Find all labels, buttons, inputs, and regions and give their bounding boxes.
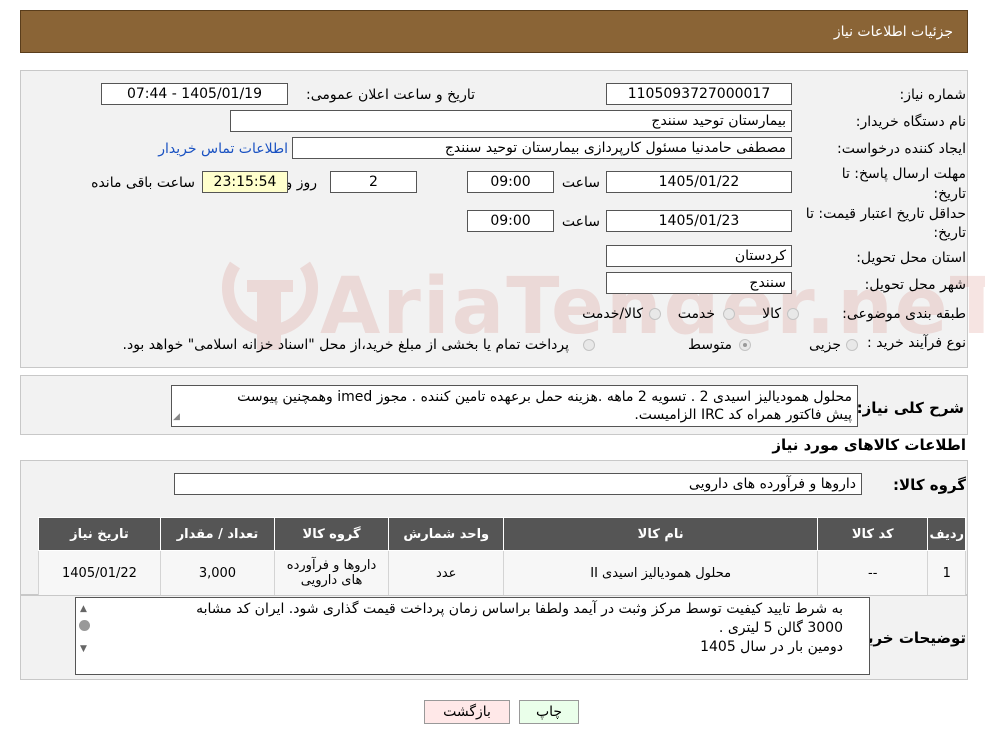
cell-qty: 3,000 — [159, 550, 275, 596]
buyer-org-field: بیمارستان توحید سنندج — [230, 110, 792, 132]
col-unit-header: واحد شمارش — [388, 517, 505, 551]
deadline-time-label: ساعت — [561, 175, 600, 191]
category-radio-service[interactable] — [723, 308, 735, 320]
deadline-label: مهلت ارسال پاسخ: تا — [841, 166, 966, 182]
buyer-notes-line-3: دومین بار در سال 1405 — [700, 639, 843, 655]
process-radio-treasury[interactable] — [583, 339, 595, 351]
scroll-thumb[interactable] — [79, 620, 90, 631]
remaining-time-field: 23:15:54 — [202, 171, 288, 193]
process-radio-medium[interactable] — [739, 339, 751, 351]
col-row-header: ردیف — [927, 517, 966, 551]
creator-label: ایجاد کننده درخواست: — [837, 141, 966, 157]
cell-date: 1405/01/22 — [38, 550, 161, 596]
process-radio-minor[interactable] — [846, 339, 858, 351]
print-button[interactable]: چاپ — [519, 700, 579, 724]
need-number-label: شماره نیاز: — [899, 87, 967, 103]
city-field: سنندج — [606, 272, 792, 294]
goods-group-field: داروها و فرآورده های دارویی — [174, 473, 862, 495]
price-validity-time-field: 09:00 — [467, 210, 554, 232]
page-header: جزئیات اطلاعات نیاز — [20, 10, 968, 53]
price-validity-date-field: 1405/01/23 — [606, 210, 792, 232]
category-label: طبقه بندی موضوعی: — [842, 306, 966, 322]
deadline-date-field: 1405/01/22 — [606, 171, 792, 193]
col-group-header: گروه کالا — [273, 517, 390, 551]
buyer-notes-line-1: به شرط تایید کیفیت توسط مرکز وثبت در آیم… — [196, 601, 843, 617]
col-code-header: کد کالا — [816, 517, 929, 551]
province-label: استان محل تحویل: — [856, 250, 966, 266]
cell-group: داروها و فرآورده های دارویی — [273, 550, 390, 596]
category-option-goods: کالا — [762, 306, 781, 322]
scroll-up-icon[interactable]: ▲ — [80, 600, 87, 619]
category-radio-goods-service[interactable] — [649, 308, 661, 320]
buyer-notes-line-2: 3000 گالن 5 لیتری . — [718, 620, 843, 636]
price-validity-label-date: تاریخ: — [933, 225, 966, 241]
days-remaining-field: 2 — [330, 171, 417, 193]
buyer-contact-link[interactable]: اطلاعات تماس خریدار — [158, 141, 288, 157]
remaining-time-label: ساعت باقی مانده — [91, 175, 195, 191]
process-type-label: نوع فرآیند خرید : — [867, 335, 966, 351]
cell-unit: عدد — [388, 550, 505, 596]
need-number-field: 1105093727000017 — [606, 83, 792, 105]
city-label: شهر محل تحویل: — [864, 277, 966, 293]
deadline-time-field: 09:00 — [467, 171, 554, 193]
deadline-label-date: تاریخ: — [933, 186, 966, 202]
cell-code: -- — [816, 550, 929, 596]
process-treasury-note: پرداخت تمام یا بخشی از مبلغ خرید،از محل … — [122, 337, 569, 353]
goods-section-title: اطلاعات کالاهای مورد نیاز — [772, 436, 966, 454]
cell-row: 1 — [927, 550, 966, 596]
description-label: شرح کلی نیاز: — [856, 399, 964, 417]
page-title: جزئیات اطلاعات نیاز — [833, 24, 953, 40]
description-line-1: محلول همودیالیز اسیدی 2 . تسویه 2 ماهه .… — [237, 389, 852, 405]
buyer-org-label: نام دستگاه خریدار: — [855, 114, 966, 130]
creator-field: مصطفی حامدنیا مسئول کارپردازی بیمارستان … — [292, 137, 792, 159]
announce-datetime-label: تاریخ و ساعت اعلان عمومی: — [306, 87, 475, 103]
days-label: روز و — [285, 175, 318, 191]
description-line-2: پیش فاکتور همراه کد IRC الزامیست. — [634, 407, 852, 423]
table-row: 1 -- محلول همودیالیز اسیدی II عدد داروها… — [38, 550, 966, 596]
process-option-minor: جزیی — [809, 337, 841, 353]
goods-table-header: ردیف کد کالا نام کالا واحد شمارش گروه کا… — [38, 517, 966, 551]
col-name-header: نام کالا — [503, 517, 818, 551]
price-validity-label: حداقل تاریخ اعتبار قیمت: تا — [805, 206, 966, 222]
back-button[interactable]: بازگشت — [424, 700, 510, 724]
process-option-medium: متوسط — [688, 337, 732, 353]
category-option-goods-service: کالا/خدمت — [582, 306, 643, 322]
goods-group-label: گروه کالا: — [893, 476, 966, 494]
scroll-down-icon[interactable]: ▼ — [80, 640, 87, 659]
category-radio-goods[interactable] — [787, 308, 799, 320]
buyer-notes-textarea[interactable]: به شرط تایید کیفیت توسط مرکز وثبت در آیم… — [75, 597, 870, 675]
col-date-header: تاریخ نیاز — [38, 517, 161, 551]
category-option-service: خدمت — [677, 306, 715, 322]
goods-table: ردیف کد کالا نام کالا واحد شمارش گروه کا… — [38, 517, 966, 596]
cell-name: محلول همودیالیز اسیدی II — [503, 550, 818, 596]
province-field: کردستان — [606, 245, 792, 267]
buyer-notes-scrollbar[interactable]: ▲ ▼ — [78, 600, 93, 672]
description-textarea[interactable]: محلول همودیالیز اسیدی 2 . تسویه 2 ماهه .… — [171, 385, 858, 427]
resize-handle-icon[interactable]: ◢ — [173, 408, 180, 426]
announce-datetime-field: 1405/01/19 - 07:44 — [101, 83, 288, 105]
price-validity-time-label: ساعت — [561, 214, 600, 230]
col-qty-header: تعداد / مقدار — [159, 517, 275, 551]
